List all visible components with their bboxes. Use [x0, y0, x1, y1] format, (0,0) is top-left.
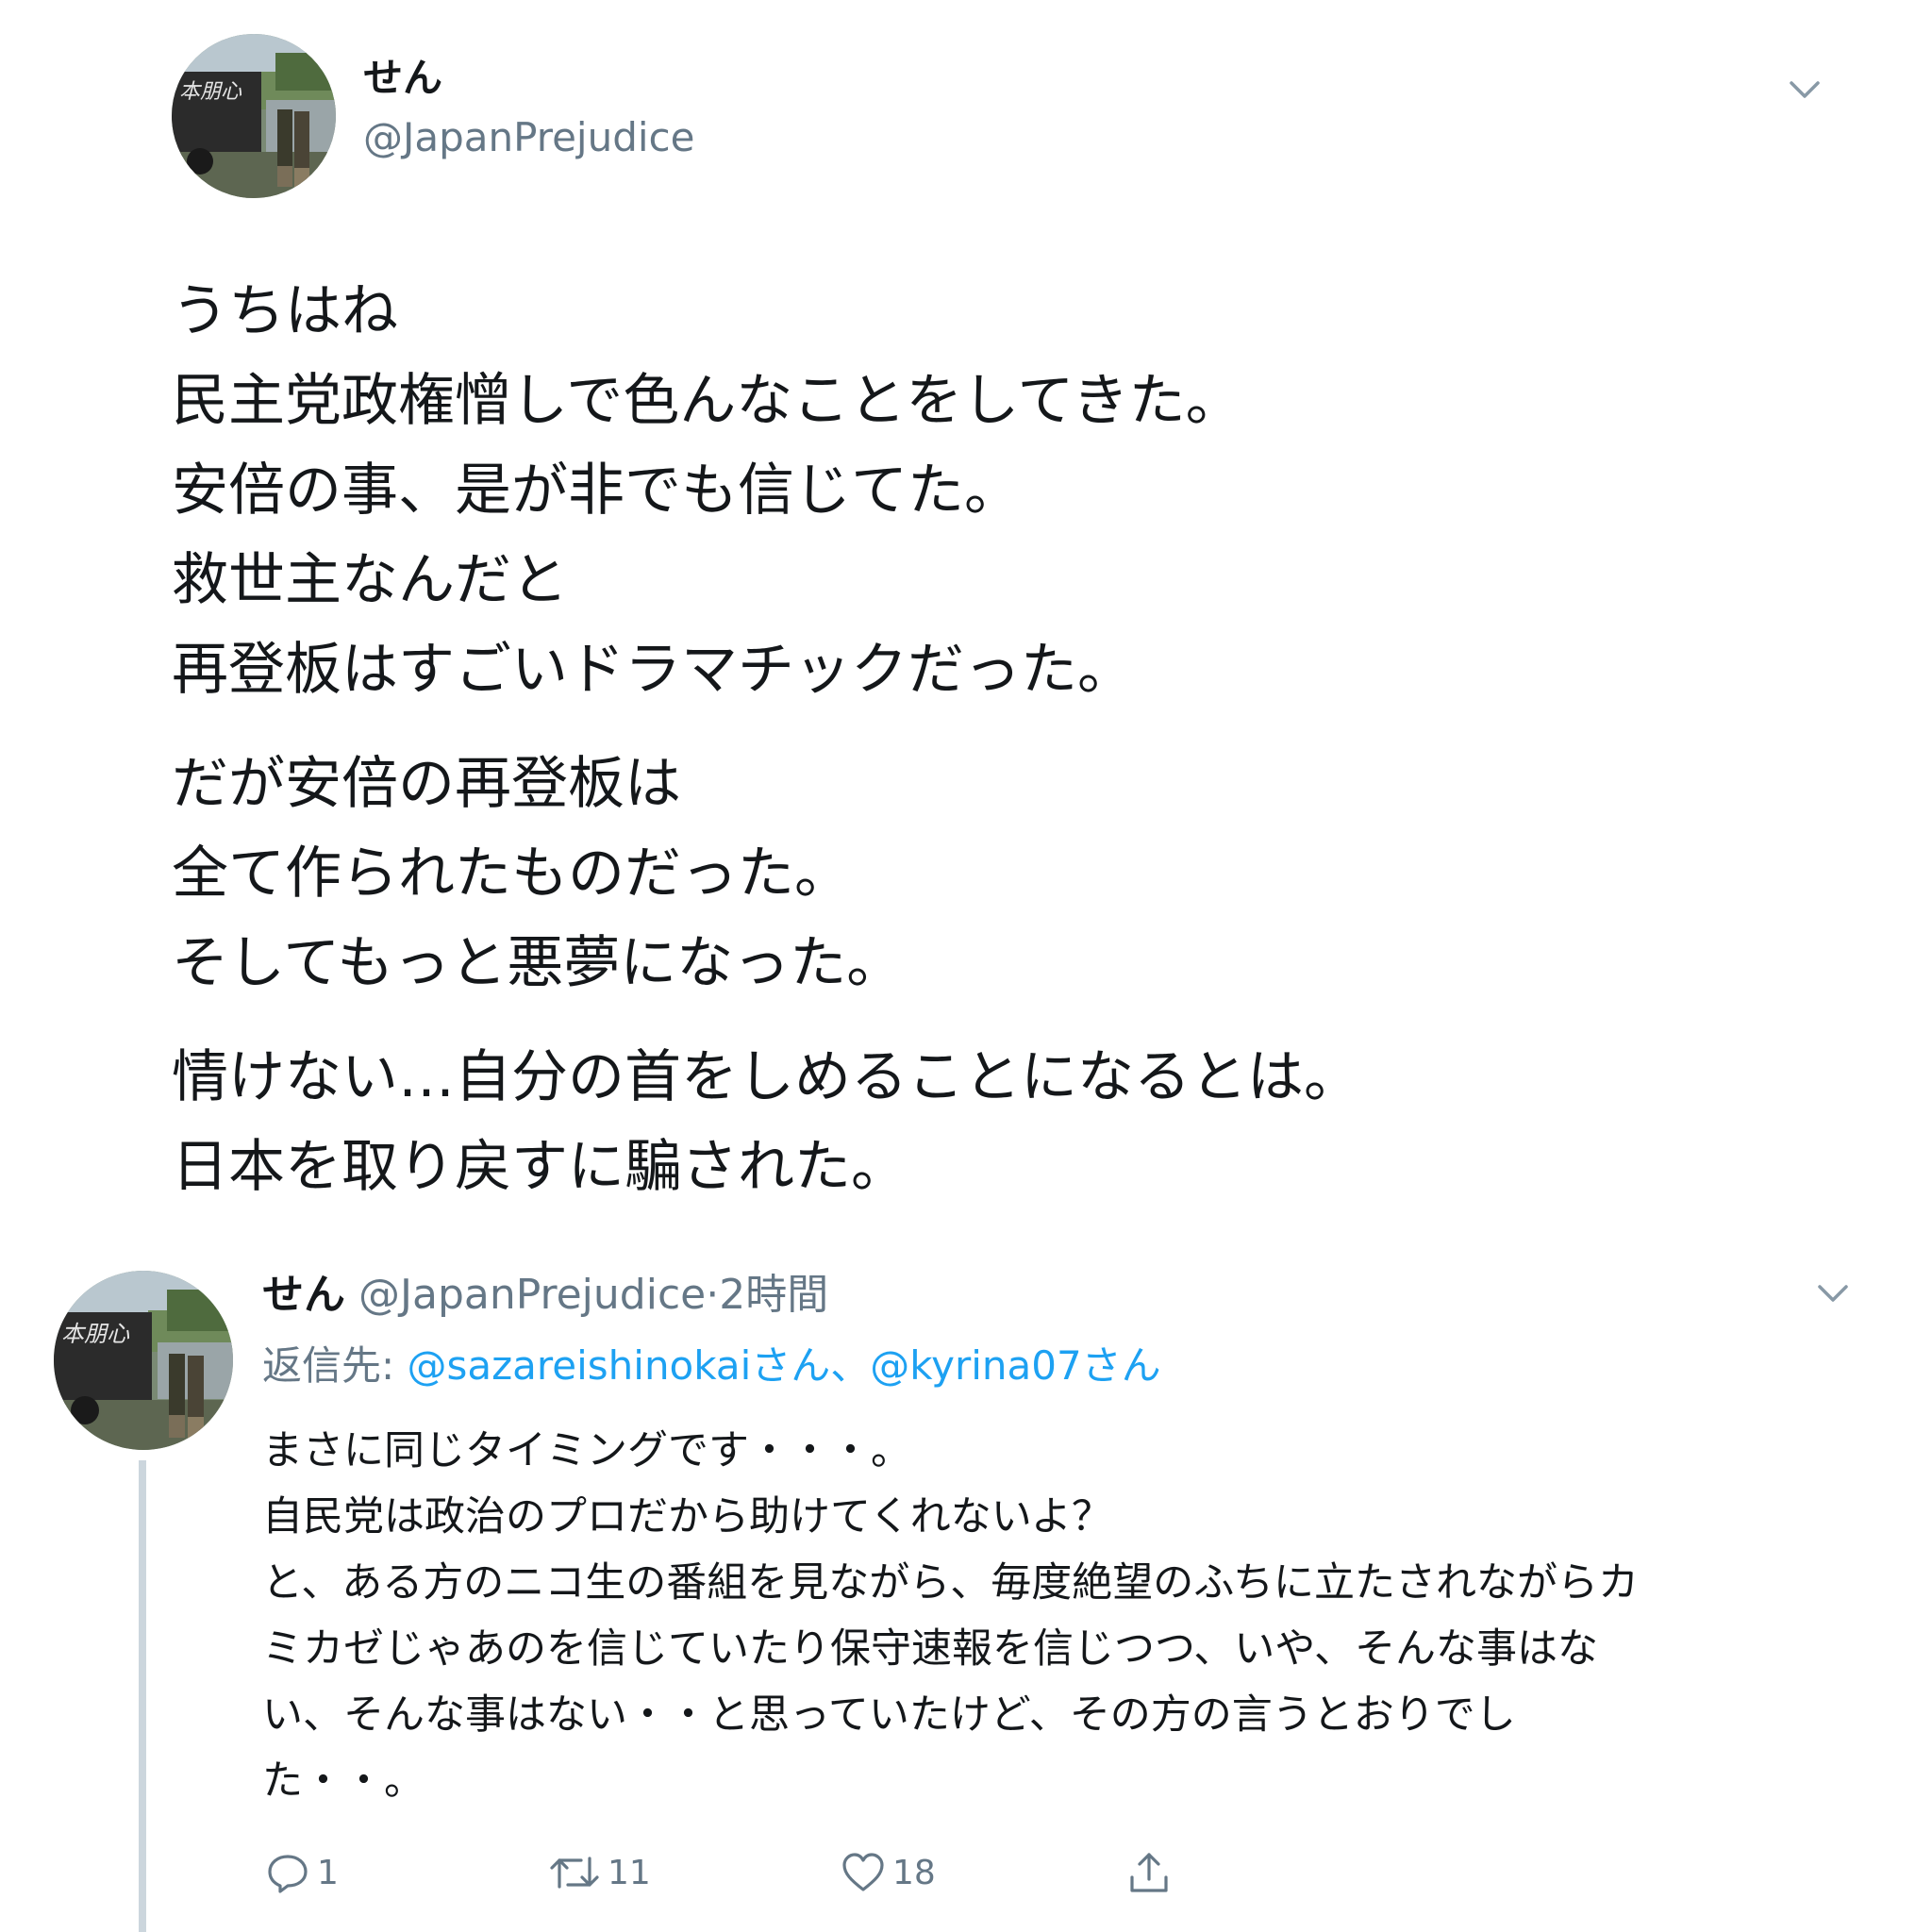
separator-dot: ·: [706, 1271, 720, 1319]
reply-line: 自民党は政治のプロだから助けてくれないよ？: [262, 1493, 1112, 1541]
reply-author-handle[interactable]: @JapanPrejudice: [358, 1271, 706, 1319]
reply-avatar[interactable]: 本朋心: [54, 1271, 233, 1450]
reply-line: まさに同じタイミングです・・・。: [262, 1427, 911, 1474]
avatar[interactable]: 本朋心: [172, 34, 336, 198]
reply-author-name[interactable]: せん: [262, 1271, 345, 1319]
reply-text: まさに同じタイミングです・・・。 自民党は政治のプロだから助けてくれないよ？ と…: [262, 1418, 1857, 1814]
replying-to-label: 返信先:: [262, 1342, 395, 1389]
tweet-line: 再登板はすごいドラマチックだった。: [172, 637, 1134, 703]
share-icon: [1125, 1849, 1173, 1896]
tweet-line: 日本を取り戻すに騙された。: [172, 1134, 908, 1200]
reply-icon: [264, 1849, 311, 1896]
heart-icon: [840, 1849, 887, 1896]
mention-link[interactable]: @kyrina07さん: [870, 1342, 1160, 1389]
mention-separator: 、: [830, 1342, 871, 1389]
tweet-paragraph: うちはね 民主党政権憎しで色んなことをしてきた。 安倍の事、是が非でも信じてた。…: [172, 267, 1757, 715]
tweet-line: だが安倍の再登板は: [172, 751, 681, 817]
reply-line: た・・。: [262, 1757, 425, 1805]
author-name[interactable]: せん: [363, 58, 442, 98]
retweet-count: 11: [608, 1853, 651, 1892]
reply-button[interactable]: 1: [264, 1844, 339, 1901]
tweet-line: 全て作られたものだった。: [172, 841, 851, 907]
retweet-icon: [547, 1849, 602, 1896]
share-button[interactable]: [1125, 1844, 1173, 1901]
tweet-line: うちはね: [172, 278, 398, 344]
avatar-photo: 本朋心: [172, 34, 336, 198]
tweet-line: 民主党政権憎しで色んなことをしてきた。: [172, 368, 1242, 434]
thread-line: [139, 1460, 146, 1932]
avatar-photo: 本朋心: [54, 1271, 233, 1450]
chevron-down-icon[interactable]: [1786, 75, 1824, 104]
replying-to: 返信先: @sazareishinokaiさん、@kyrina07さん: [262, 1338, 1161, 1394]
reply-header: せん @JapanPrejudice·2時間: [262, 1269, 828, 1322]
author-handle[interactable]: @JapanPrejudice: [363, 118, 694, 158]
svg-text:本朋心: 本朋心: [179, 80, 242, 104]
reply-timestamp[interactable]: 2時間: [719, 1271, 828, 1319]
tweet-line: そしてもっと悪夢になった。: [172, 930, 904, 996]
tweet-paragraph: だが安倍の再登板は 全て作られたものだった。 そしてもっと悪夢になった。: [172, 740, 1757, 1008]
reply-count: 1: [317, 1853, 339, 1892]
tweet-text: うちはね 民主党政権憎しで色んなことをしてきた。 安倍の事、是が非でも信じてた。…: [172, 267, 1757, 1212]
svg-text:本朋心: 本朋心: [61, 1321, 130, 1347]
like-count: 18: [892, 1853, 936, 1892]
tweet-line: 情けない…自分の首をしめることになるとは。: [172, 1044, 1360, 1110]
mention-link[interactable]: @sazareishinokaiさん: [408, 1342, 831, 1389]
reply-line: ミカゼじゃあのを信じていたり保守速報を信じつつ、いや、そんな事はな: [262, 1625, 1598, 1673]
retweet-button[interactable]: 11: [547, 1844, 651, 1901]
tweet-paragraph: 情けない…自分の首をしめることになるとは。 日本を取り戻すに騙された。: [172, 1033, 1757, 1212]
tweet-line: 安倍の事、是が非でも信じてた。: [172, 458, 1021, 524]
reply-line: と、ある方のニコ生の番組を見ながら、毎度絶望のふちに立たされながらカ: [262, 1559, 1639, 1607]
like-button[interactable]: 18: [840, 1844, 936, 1901]
tweet-line: 救世主なんだと: [172, 547, 568, 613]
reply-line: い、そんな事はない・・と思っていたけど、その方の言うとおりでし: [262, 1691, 1516, 1739]
chevron-down-icon[interactable]: [1814, 1279, 1852, 1307]
